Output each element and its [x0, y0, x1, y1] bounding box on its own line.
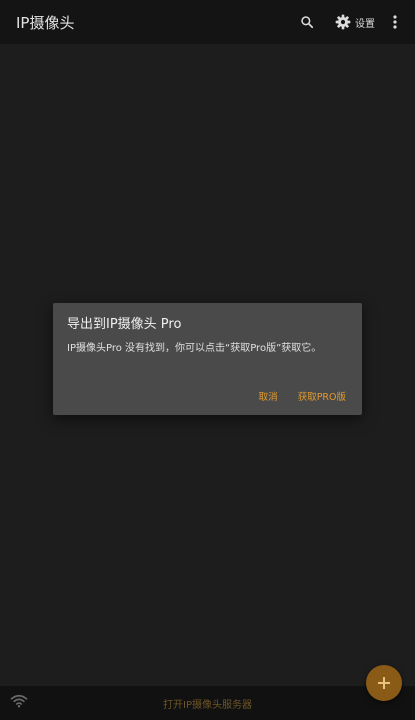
bottom-bar: 打开IP摄像头服务器	[0, 686, 415, 720]
start-server-button[interactable]: 打开IP摄像头服务器	[0, 696, 415, 711]
more-vert-icon	[393, 15, 397, 29]
plus-icon	[378, 677, 390, 689]
dialog-actions: 取消 获取PRO版	[259, 389, 346, 403]
export-dialog: 导出到IP摄像头 Pro IP摄像头Pro 没有找到，你可以点击“获取Pro版”…	[53, 303, 362, 415]
dialog-message: IP摄像头Pro 没有找到，你可以点击“获取Pro版”获取它。	[67, 343, 322, 354]
app-bar-actions: 设置	[293, 8, 405, 36]
add-fab-button[interactable]	[366, 665, 402, 701]
gear-icon	[335, 14, 351, 30]
settings-button[interactable]: 设置	[335, 8, 375, 36]
app-bar: IP摄像头 设置	[0, 0, 415, 44]
more-options-button[interactable]	[385, 8, 405, 36]
get-pro-button[interactable]: 获取PRO版	[298, 389, 346, 403]
app-title: IP摄像头	[16, 13, 75, 32]
dialog-title: 导出到IP摄像头 Pro	[67, 317, 182, 332]
settings-label: 设置	[355, 18, 375, 30]
search-icon	[301, 16, 314, 29]
cancel-button[interactable]: 取消	[259, 389, 278, 403]
search-button[interactable]	[293, 8, 321, 36]
